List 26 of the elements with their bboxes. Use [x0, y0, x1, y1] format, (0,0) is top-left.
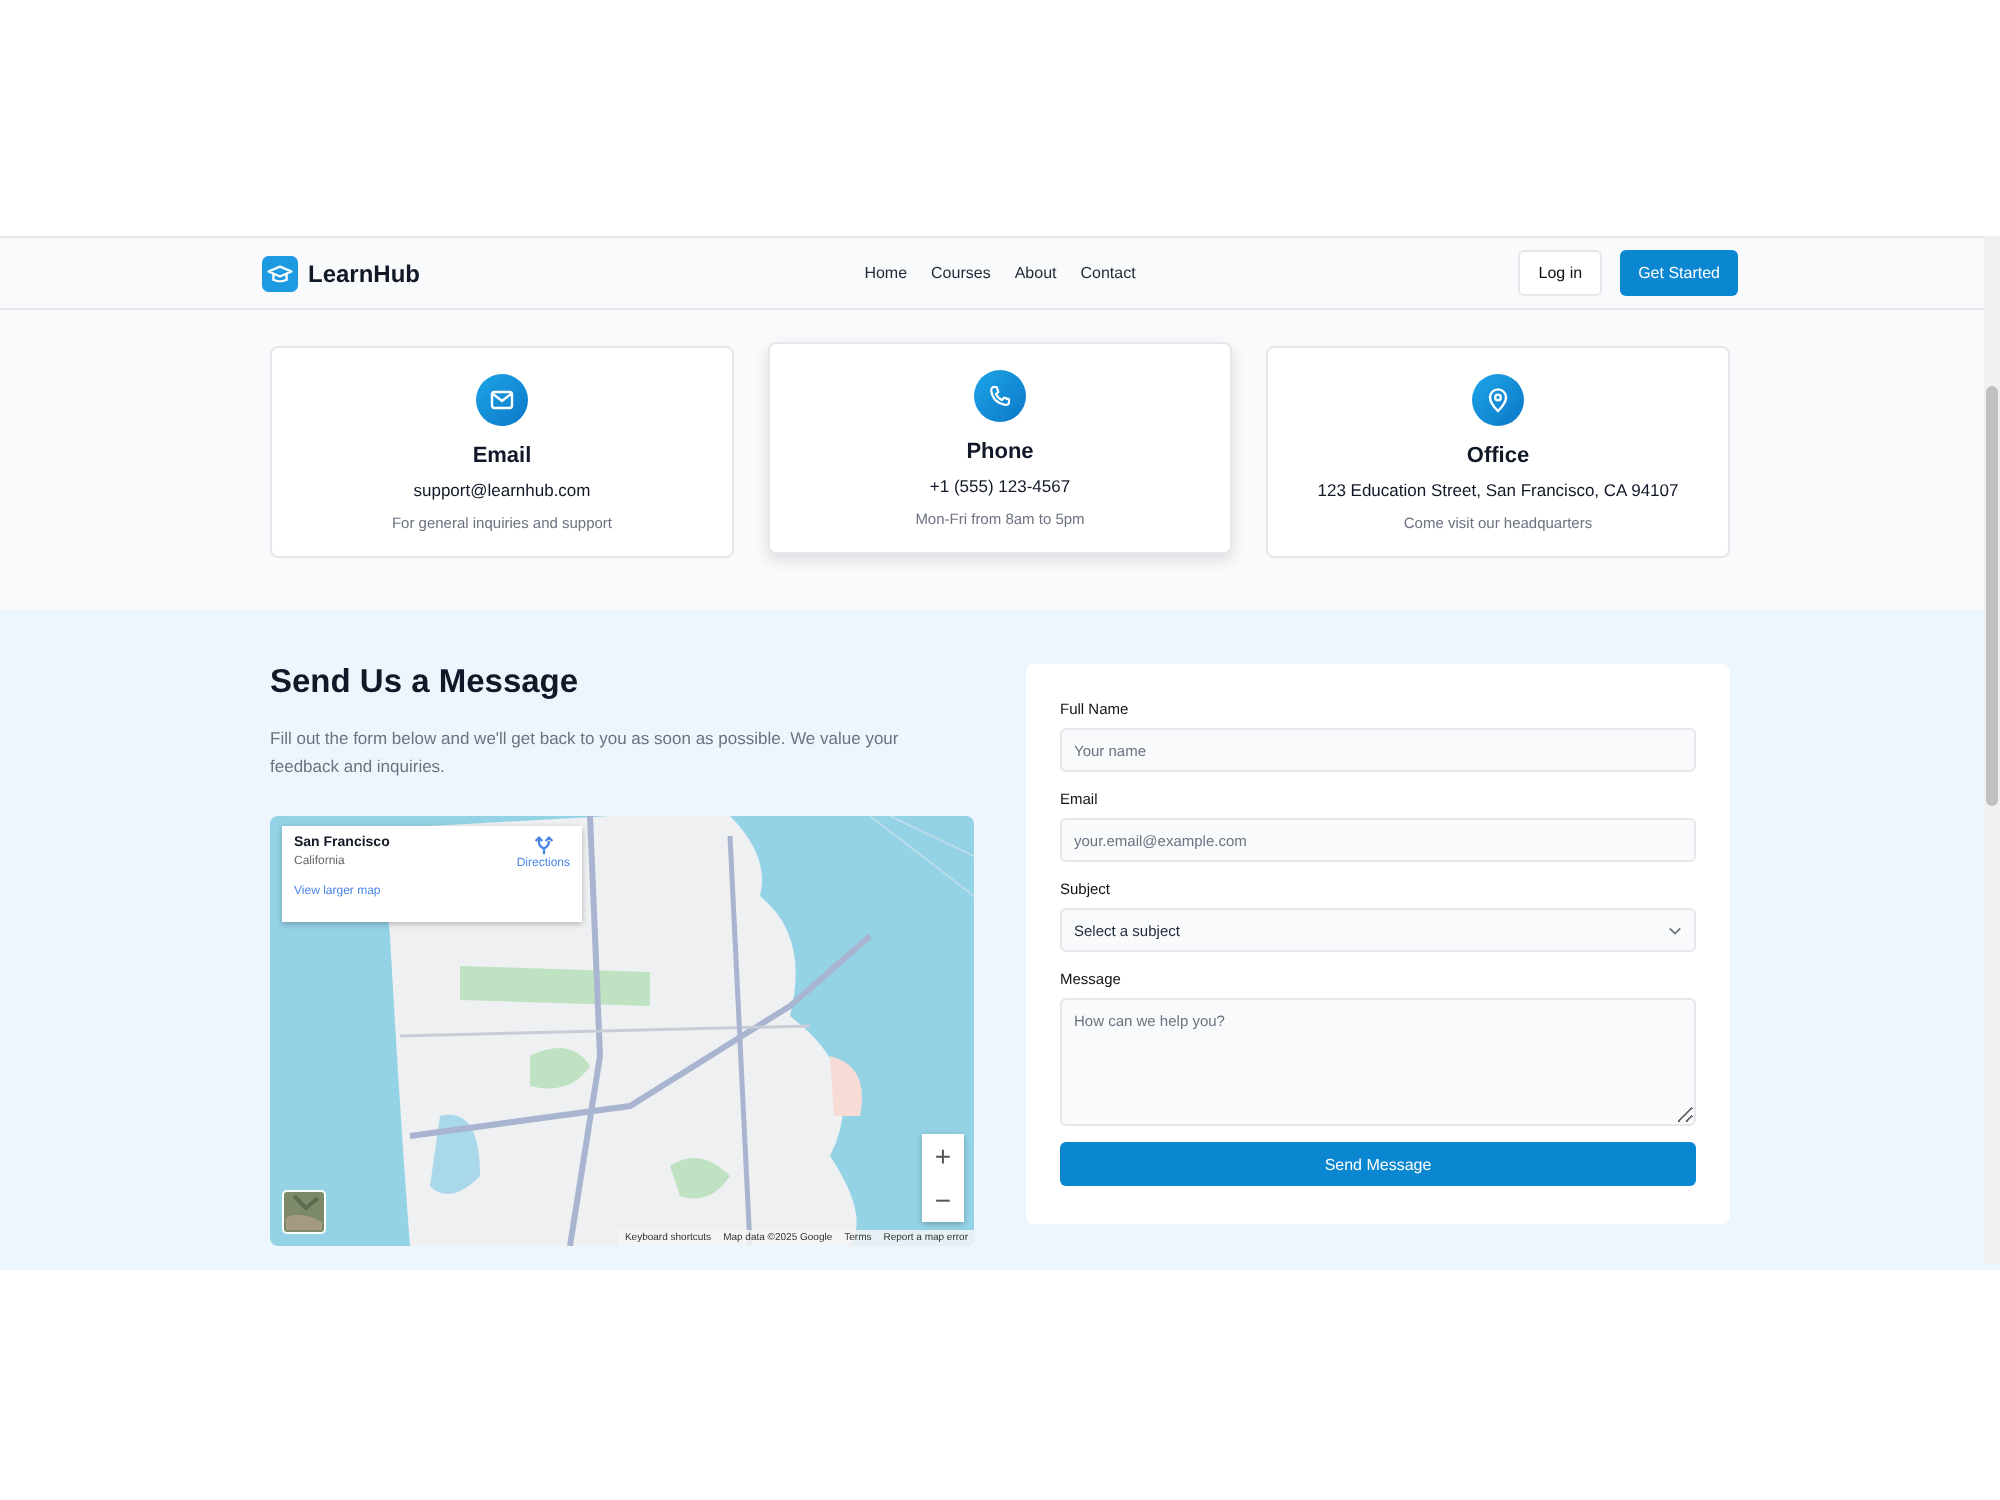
nav-link[interactable]: Contact: [1080, 264, 1136, 282]
envelope-icon: [476, 374, 528, 426]
brand-name[interactable]: LearnHub: [308, 259, 421, 287]
login-button[interactable]: Log in: [1518, 250, 1603, 296]
graduation-cap-icon: [262, 255, 298, 291]
nav-link[interactable]: Home: [864, 264, 908, 282]
chevron-down-icon: [1668, 925, 1682, 935]
card-title: Email: [472, 444, 532, 468]
card-title: Office: [1466, 444, 1530, 468]
scrollbar[interactable]: [1984, 236, 2000, 1264]
phone-icon: [974, 370, 1026, 422]
card-value: 123 Education Street, San Francisco, CA 94107: [1317, 480, 1679, 500]
nav-link[interactable]: Courses: [931, 264, 991, 282]
card-value: +1 (555) 123-4567: [929, 476, 1071, 496]
location-pin-icon: [1472, 374, 1524, 426]
zoom-in-button[interactable]: +: [922, 1134, 964, 1178]
intro-text: Fill out the form below and we'll get back to you as soon as possible. We value your feedback and inquiries.: [270, 726, 901, 780]
directions-arrow-icon: [533, 836, 554, 856]
get-started-button[interactable]: Get Started: [1620, 250, 1738, 296]
nav-link[interactable]: About: [1014, 264, 1057, 282]
send-button[interactable]: Send Message: [1060, 1142, 1696, 1186]
card-title: Phone: [966, 440, 1034, 464]
zoom-out-button[interactable]: −: [922, 1178, 964, 1222]
satellite-layer-button[interactable]: [282, 1190, 326, 1234]
card-value: support@learnhub.com: [413, 480, 591, 500]
section-heading: Send Us a Message: [270, 664, 581, 702]
